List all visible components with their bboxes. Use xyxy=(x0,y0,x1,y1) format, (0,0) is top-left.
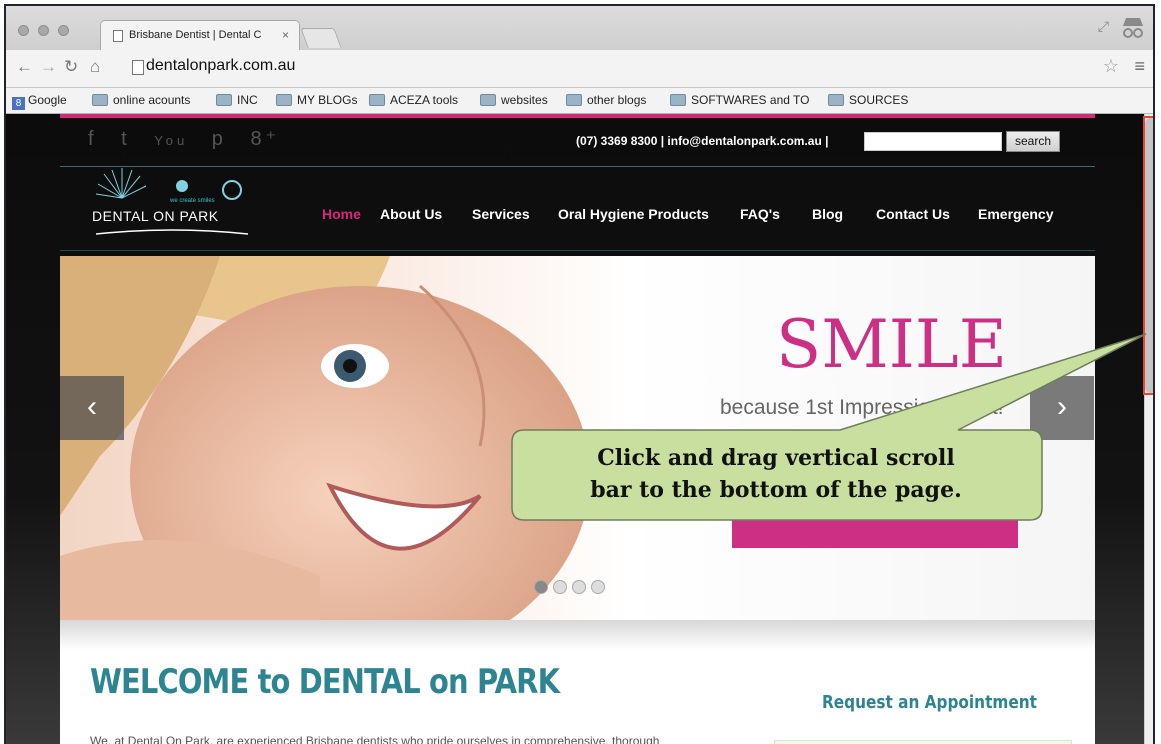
logo-tagline: we create smiles xyxy=(170,198,215,204)
bookmark-label: ACEZA tools xyxy=(390,93,459,107)
bookmark-star-icon[interactable]: ☆ xyxy=(1103,56,1119,77)
bookmark-folder[interactable]: online acounts xyxy=(92,93,190,107)
folder-icon xyxy=(828,94,844,106)
bookmark-label: Google xyxy=(28,93,67,107)
logo-text: DENTAL ON PARK xyxy=(92,208,219,224)
tab-strip: Brisbane Dentist | Dental C × ⤢ xyxy=(6,6,1153,50)
google-favicon-icon: 8 xyxy=(12,97,25,110)
nav-contact-us[interactable]: Contact Us xyxy=(876,206,950,222)
tab-close-icon[interactable]: × xyxy=(282,28,289,42)
bookmark-folder[interactable]: websites xyxy=(480,93,548,107)
tab-title: Brisbane Dentist | Dental C xyxy=(129,29,262,41)
page-favicon-icon xyxy=(113,30,123,42)
folder-icon xyxy=(670,94,686,106)
pinterest-icon[interactable]: p xyxy=(212,128,227,151)
folder-icon xyxy=(216,94,232,106)
welcome-heading: WELCOME to DENTAL on PARK xyxy=(90,662,560,702)
scrollbar-highlight xyxy=(1143,116,1153,395)
nav-home[interactable]: Home xyxy=(322,206,361,222)
site-search-button[interactable]: search xyxy=(1006,131,1060,152)
bookmark-label: SOURCES xyxy=(849,93,909,107)
header-accent-bar xyxy=(60,114,1095,118)
bookmark-label: other blogs xyxy=(587,93,647,107)
fullscreen-icon[interactable]: ⤢ xyxy=(1098,18,1109,35)
page-icon xyxy=(132,60,144,75)
folder-icon xyxy=(566,94,582,106)
slide-cta-button[interactable] xyxy=(732,518,1018,548)
bookmark-google[interactable]: 8 Google xyxy=(12,93,67,110)
slider-next-arrow-icon[interactable]: › xyxy=(1030,376,1094,440)
folder-icon xyxy=(369,94,385,106)
facebook-icon[interactable]: f xyxy=(88,128,98,151)
intro-paragraph: We, at Dental On Park, are experienced B… xyxy=(90,734,660,744)
menu-icon[interactable]: ≡ xyxy=(1134,56,1145,77)
page-viewport: f t You p 8⁺ (07) 3369 8300 | info@denta… xyxy=(6,114,1153,744)
bookmark-label: MY BLOGs xyxy=(297,93,358,107)
incognito-icon xyxy=(1123,18,1143,38)
appointment-heading: Request an Appointment xyxy=(822,692,1037,713)
slider-pagination xyxy=(534,580,610,599)
nav-faqs[interactable]: FAQ's xyxy=(740,206,780,222)
twitter-icon[interactable]: t xyxy=(121,128,131,151)
home-icon[interactable]: ⌂ xyxy=(90,57,100,77)
minimize-window-button[interactable] xyxy=(38,25,49,36)
bookmark-label: online acounts xyxy=(113,93,191,107)
youtube-icon[interactable]: You xyxy=(154,133,188,148)
folder-icon xyxy=(92,94,108,106)
folder-icon xyxy=(276,94,292,106)
contact-info: (07) 3369 8300 | info@dentalonpark.com.a… xyxy=(576,134,829,148)
zoom-window-button[interactable] xyxy=(58,25,69,36)
nav-about-us[interactable]: About Us xyxy=(380,206,442,222)
nav-emergency[interactable]: Emergency xyxy=(978,206,1053,222)
slide-tagline: because 1st Impressions Last! xyxy=(720,396,1004,419)
social-links: f t You p 8⁺ xyxy=(88,126,294,151)
site-search-input[interactable] xyxy=(864,132,1002,151)
bookmark-label: INC xyxy=(237,93,258,107)
bookmark-folder[interactable]: MY BLOGs xyxy=(276,93,357,107)
nav-services[interactable]: Services xyxy=(472,206,530,222)
slider-prev-arrow-icon[interactable]: ‹ xyxy=(60,376,124,440)
callout-text: Click and drag vertical scroll bar to th… xyxy=(516,442,1036,506)
bookmark-folder[interactable]: other blogs xyxy=(566,93,646,107)
slider-dot[interactable] xyxy=(534,580,548,594)
bookmark-label: websites xyxy=(501,93,548,107)
slide-heading: SMILE xyxy=(776,306,1007,383)
nav-oral-hygiene-products[interactable]: Oral Hygiene Products xyxy=(558,206,709,222)
close-window-button[interactable] xyxy=(18,25,29,36)
nav-divider xyxy=(60,250,1095,251)
reload-icon[interactable]: ↻ xyxy=(64,57,78,77)
folder-icon xyxy=(480,94,496,106)
browser-toolbar: ← → ↻ ⌂ dentalonpark.com.au ☆ ≡ xyxy=(6,50,1153,88)
hero-slider: SMILE because 1st Impressions Last! ‹ › xyxy=(60,256,1095,620)
bookmark-folder[interactable]: ACEZA tools xyxy=(369,93,458,107)
appointment-form[interactable] xyxy=(774,740,1072,744)
browser-window: Brisbane Dentist | Dental C × ⤢ ← → ↻ ⌂ … xyxy=(4,4,1155,744)
browser-tab[interactable]: Brisbane Dentist | Dental C × xyxy=(100,20,300,50)
slider-dot[interactable] xyxy=(591,580,605,594)
hero-photo xyxy=(60,256,590,620)
bookmark-folder[interactable]: SOURCES xyxy=(828,93,908,107)
slider-dot[interactable] xyxy=(572,580,586,594)
nav-blog[interactable]: Blog xyxy=(812,206,843,222)
bookmark-label: SOFTWARES and TO xyxy=(691,93,810,107)
slider-dot[interactable] xyxy=(553,580,567,594)
bookmark-folder[interactable]: INC xyxy=(216,93,258,107)
google-plus-icon[interactable]: 8⁺ xyxy=(250,126,280,151)
callout-line-2: bar to the bottom of the page. xyxy=(590,477,962,503)
new-tab-button[interactable] xyxy=(300,28,342,48)
forward-arrow-icon[interactable]: → xyxy=(40,57,57,77)
bookmarks-bar: 8 Google online acounts INC MY BLOGs ACEZ… xyxy=(6,88,1153,114)
content-shadow xyxy=(60,620,1095,650)
address-bar[interactable]: dentalonpark.com.au xyxy=(146,57,295,75)
callout-line-1: Click and drag vertical scroll xyxy=(597,445,955,471)
header-divider xyxy=(60,166,1095,167)
back-arrow-icon[interactable]: ← xyxy=(16,57,33,77)
bookmark-folder[interactable]: SOFTWARES and TO xyxy=(670,93,818,107)
